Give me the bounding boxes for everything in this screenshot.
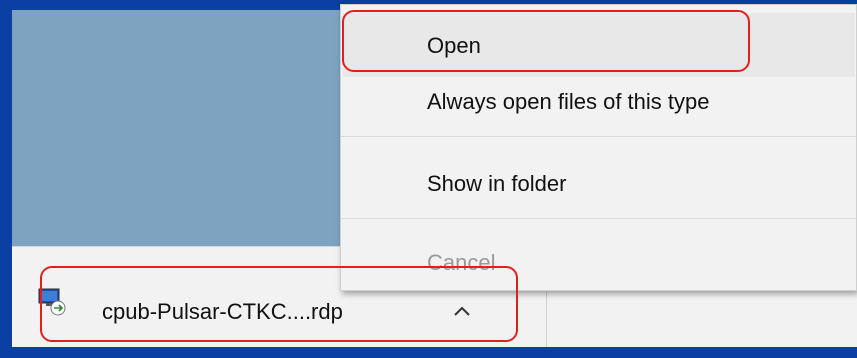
open-item-highlight-outline	[342, 10, 750, 72]
menu-separator	[341, 218, 856, 219]
menu-item-always-open-label: Always open files of this type	[427, 89, 710, 114]
menu-separator	[341, 136, 856, 137]
download-item-highlight-outline	[40, 266, 518, 342]
menu-item-show-in-folder-label: Show in folder	[427, 171, 567, 196]
